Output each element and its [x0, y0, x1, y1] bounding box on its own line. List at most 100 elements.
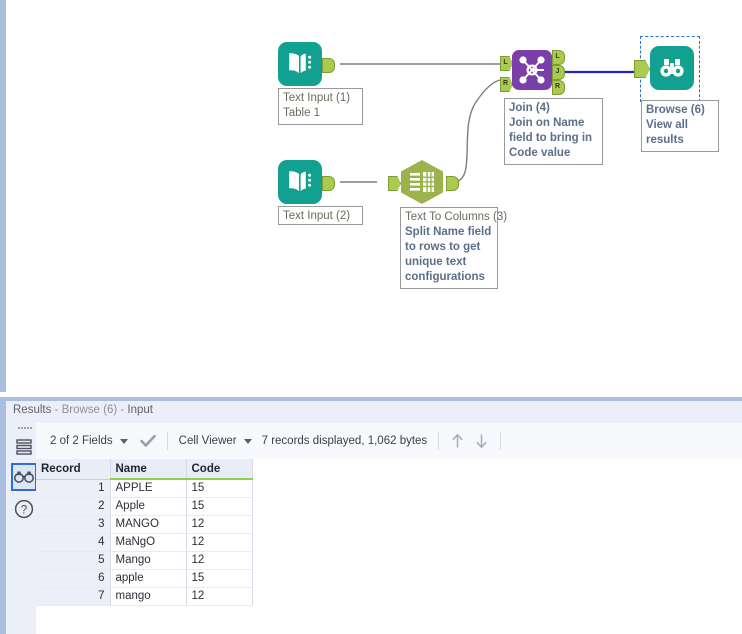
results-data-grid[interactable]: Record Name Code 1 APPLE 15 2 Apple 15 3…	[36, 459, 742, 634]
table-row[interactable]: 6 apple 15	[36, 569, 253, 588]
results-toolbar[interactable]: 2 of 2 Fields Cell Viewer 7 records disp…	[36, 423, 742, 460]
cell-code[interactable]: 12	[186, 587, 253, 606]
node-label-browse-6[interactable]: Browse (6) View all results	[641, 100, 719, 152]
nav-down-button[interactable]	[474, 433, 489, 449]
anchor-label-out-L: L	[555, 53, 560, 60]
anchor-label-R: R	[502, 80, 509, 87]
alteryx-designer-window: Text Input (1) Table 1 Text Input (2) Te…	[0, 0, 742, 634]
table-row[interactable]: 4 MaNgO 12	[36, 533, 253, 552]
join-network-icon	[519, 56, 545, 84]
node-annotation: Split Name field to rows to get unique t…	[405, 226, 492, 283]
results-title-node: - Browse (6) -	[54, 404, 125, 416]
nav-up-button[interactable]	[450, 433, 465, 449]
output-anchor[interactable]	[322, 58, 335, 73]
help-question-icon: ?	[14, 499, 34, 519]
cell-name[interactable]: MANGO	[110, 515, 187, 534]
svg-text:?: ?	[21, 503, 28, 517]
workflow-canvas[interactable]: Text Input (1) Table 1 Text Input (2) Te…	[0, 0, 742, 392]
sidebar-item-browse[interactable]	[11, 463, 37, 491]
chevron-down-icon[interactable]	[119, 438, 128, 444]
chevron-down-icon[interactable]	[243, 438, 252, 444]
table-row[interactable]: 7 mango 12	[36, 587, 253, 606]
fields-selector[interactable]: 2 of 2 Fields	[50, 435, 128, 447]
text-to-columns-icon[interactable]	[398, 159, 446, 205]
cell-code[interactable]: 15	[186, 497, 253, 516]
anchor-label-out-J: J	[555, 68, 560, 75]
sidebar-item-records[interactable]	[11, 433, 37, 461]
results-title-rail	[0, 401, 6, 423]
results-sidebar[interactable]: ?	[6, 423, 37, 634]
column-header-record[interactable]: Record	[36, 459, 111, 480]
cell-record: 4	[36, 533, 111, 552]
column-header-code[interactable]: Code	[186, 459, 253, 480]
results-pane: Results - Browse (6) - Input ? 2 of 2 Fi…	[0, 392, 742, 634]
output-anchor[interactable]	[322, 176, 335, 191]
cell-name[interactable]: apple	[110, 569, 187, 588]
cell-code[interactable]: 15	[186, 479, 253, 498]
anchor-label-L: L	[503, 59, 508, 66]
book-icon	[289, 171, 312, 191]
results-title: Results - Browse (6) - Input	[13, 404, 153, 416]
node-label-text-input-2[interactable]: Text Input (2)	[278, 206, 363, 225]
node-label-text-input-1[interactable]: Text Input (1) Table 1	[278, 88, 363, 125]
text-input-icon-2[interactable]	[278, 160, 335, 204]
node-label-text-to-columns-3[interactable]: Text To Columns (3) Split Name field to …	[400, 207, 508, 289]
results-title-suffix: Input	[127, 404, 153, 416]
cell-record: 5	[36, 551, 111, 570]
text-input-icon-1[interactable]	[278, 42, 335, 86]
cell-record: 3	[36, 515, 111, 534]
node-annotation: Table 1	[283, 107, 321, 119]
arrow-up-icon	[452, 433, 463, 448]
node-title: Text To Columns (3)	[405, 211, 508, 223]
cell-record: 6	[36, 569, 111, 588]
cell-code[interactable]: 12	[186, 515, 253, 534]
records-list-icon	[16, 439, 32, 455]
view-mode-label: Cell Viewer	[178, 435, 237, 447]
connection-wires	[340, 63, 634, 183]
binoculars-icon	[660, 59, 684, 77]
node-title: Text Input (1)	[283, 92, 351, 104]
toolbar-separator	[166, 432, 168, 450]
toolbar-separator	[500, 432, 502, 450]
column-header-name[interactable]: Name	[110, 459, 187, 480]
book-icon	[289, 53, 312, 73]
toolbar-separator	[438, 432, 440, 450]
table-grid-icon	[401, 160, 443, 204]
table-row[interactable]: 2 Apple 15	[36, 497, 253, 516]
table-row[interactable]: 1 APPLE 15	[36, 479, 253, 498]
view-mode-selector[interactable]: Cell Viewer	[179, 435, 252, 447]
node-title: Join (4)	[509, 102, 550, 114]
table-body: 1 APPLE 15 2 Apple 15 3 MANGO 12 4 MaNgO…	[36, 479, 253, 606]
cell-name[interactable]: APPLE	[110, 479, 187, 498]
cell-record: 2	[36, 497, 111, 516]
cell-name[interactable]: mango	[110, 587, 187, 606]
cell-name[interactable]: Apple	[110, 497, 187, 516]
cell-code[interactable]: 12	[186, 551, 253, 570]
sidebar-drag-handle[interactable]	[18, 427, 34, 432]
anchor-label-out-R: R	[554, 83, 561, 90]
cell-name[interactable]: MaNgO	[110, 533, 187, 552]
record-count-info: 7 records displayed, 1,062 bytes	[261, 435, 428, 447]
fields-label: 2 of 2 Fields	[50, 435, 113, 447]
sidebar-item-help[interactable]: ?	[11, 495, 37, 523]
results-title-bar[interactable]: Results - Browse (6) - Input	[0, 401, 742, 424]
join-icon[interactable]	[512, 50, 552, 90]
canvas-surface[interactable]: Text Input (1) Table 1 Text Input (2) Te…	[6, 0, 742, 392]
results-body: ? 2 of 2 Fields Cell Viewer 7 records di…	[0, 423, 742, 634]
cell-name[interactable]: Mango	[110, 551, 187, 570]
arrow-down-icon	[476, 434, 487, 449]
apply-fields-button[interactable]	[139, 434, 156, 448]
node-label-join-4[interactable]: Join (4) Join on Name field to bring in …	[504, 98, 603, 165]
checkmark-icon	[139, 434, 156, 447]
cell-code[interactable]: 15	[186, 569, 253, 588]
results-title-prefix: Results	[13, 404, 52, 416]
cell-code[interactable]: 12	[186, 533, 253, 552]
node-title: Text Input (2)	[283, 210, 351, 222]
table-row[interactable]: 3 MANGO 12	[36, 515, 253, 534]
output-anchor[interactable]	[446, 176, 459, 191]
results-table[interactable]: Record Name Code 1 APPLE 15 2 Apple 15 3…	[36, 459, 253, 606]
binoculars-icon	[14, 471, 34, 483]
cell-record: 7	[36, 587, 111, 606]
browse-icon[interactable]	[650, 46, 694, 90]
table-row[interactable]: 5 Mango 12	[36, 551, 253, 570]
